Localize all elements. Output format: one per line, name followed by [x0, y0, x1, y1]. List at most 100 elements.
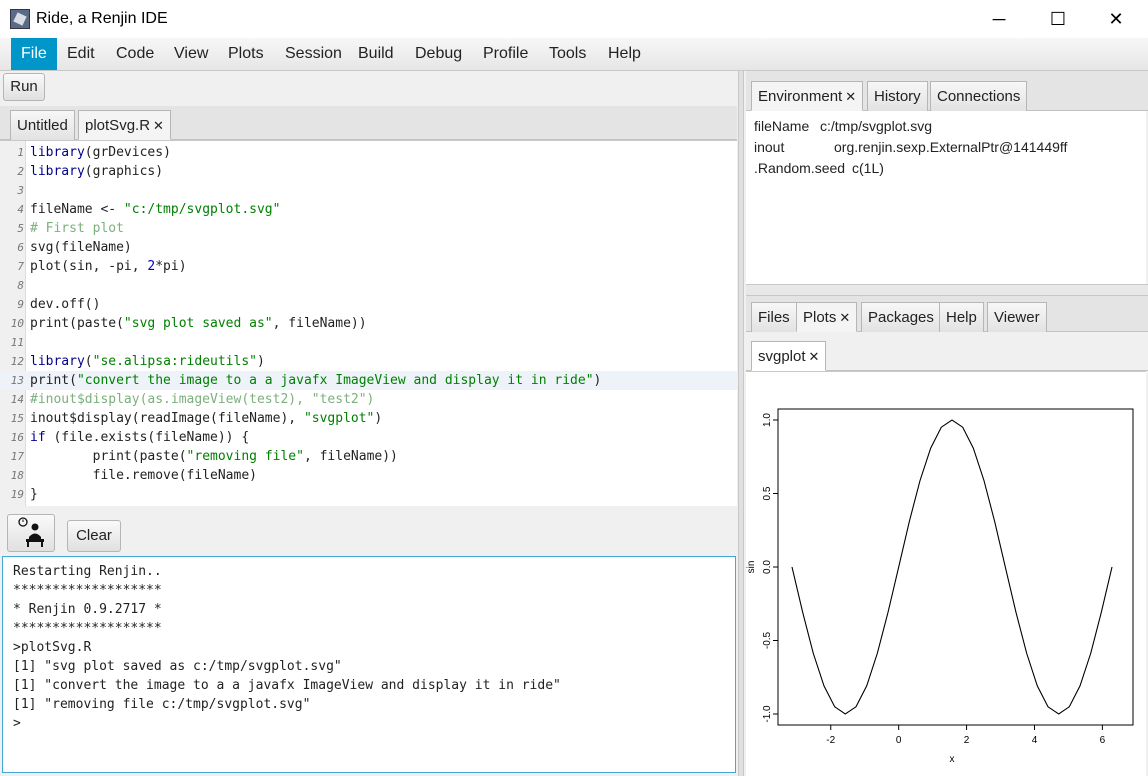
code-line: 6 svg(fileName): [17, 240, 132, 255]
tab-label: Files: [758, 309, 790, 326]
console-line: >plotSvg.R: [13, 640, 92, 655]
close-button[interactable]: ✕: [1093, 0, 1139, 38]
code-line: 3: [17, 184, 24, 197]
close-icon[interactable]: ✕: [845, 89, 856, 104]
tab-label: Plots: [803, 309, 837, 326]
plot-view: -2 0 2 4 6 -1.0 -0.5 0.0 0.5 1.0 x sin: [746, 371, 1146, 776]
tab-environment[interactable]: Environment ✕: [751, 81, 864, 111]
console-line: [1] "convert the image to a a javafx Ima…: [13, 678, 561, 693]
title-bar: Ride, a Renjin IDE ─ ☐ ✕: [0, 0, 1148, 38]
tab-packages[interactable]: Packages: [861, 302, 941, 332]
tab-history[interactable]: History: [867, 81, 928, 111]
horizontal-splitter[interactable]: [746, 284, 1148, 296]
menu-profile[interactable]: Profile: [473, 38, 538, 70]
tab-label: Help: [946, 309, 977, 326]
code-line: 19}: [10, 487, 38, 502]
menu-edit[interactable]: Edit: [57, 38, 105, 70]
console-line: [1] "svg plot saved as c:/tmp/svgplot.sv…: [13, 659, 342, 674]
console-line: [1] "removing file c:/tmp/svgplot.svg": [13, 697, 311, 712]
env-row: inout org.renjin.sexp.ExternalPtr@141449f…: [754, 137, 1067, 157]
code-line: 9 dev.off(): [17, 297, 101, 312]
x-axis: -2 0 2 4 6: [826, 725, 1106, 746]
tab-label: History: [874, 88, 921, 105]
env-value: c:/tmp/svgplot.svg: [820, 118, 933, 134]
tab-label: Packages: [868, 309, 934, 326]
maximize-button[interactable]: ☐: [1035, 0, 1081, 38]
tab-plotsvg[interactable]: plotSvg.R ✕: [78, 110, 171, 140]
plot-tabs: svgplot ✕: [746, 332, 1148, 371]
x-tick-label: -2: [826, 735, 835, 746]
console-toolbar: Clear: [0, 510, 737, 556]
menu-file[interactable]: File: [11, 38, 57, 70]
console-output[interactable]: Restarting Renjin.. ******************* …: [2, 556, 736, 773]
code-editor[interactable]: 1 library(grDevices) 2 library(graphics) 3…: [0, 140, 737, 506]
console-line: *******************: [13, 621, 162, 636]
sin-curve: [791, 419, 1113, 715]
vertical-splitter[interactable]: [738, 71, 744, 776]
tab-svgplot[interactable]: svgplot ✕: [751, 341, 827, 371]
app-icon: [10, 9, 30, 29]
interrupt-button[interactable]: [7, 514, 55, 552]
tab-plots[interactable]: Plots ✕: [796, 302, 858, 332]
environment-list: fileName c:/tmp/svgplot.svg inout org.renj…: [746, 111, 1146, 284]
env-name: inout: [754, 139, 785, 155]
editor-tabs: Untitled plotSvg.R ✕: [0, 106, 737, 140]
menu-help[interactable]: Help: [598, 38, 651, 70]
y-tick-label: -1.0: [762, 705, 773, 723]
window-title: Ride, a Renjin IDE: [36, 10, 168, 27]
tab-label: Viewer: [994, 309, 1040, 326]
plot-frame: [777, 408, 1134, 726]
close-icon[interactable]: ✕: [839, 310, 850, 325]
tab-files[interactable]: Files: [751, 302, 797, 332]
sin-plot: -2 0 2 4 6 -1.0 -0.5 0.0 0.5 1.0 x sin: [746, 408, 1134, 765]
x-tick-label: 4: [1032, 735, 1038, 746]
tab-connections[interactable]: Connections: [930, 81, 1028, 111]
close-icon[interactable]: ✕: [153, 118, 164, 133]
code-line: 18 file.remove(fileName): [10, 468, 257, 483]
editor-toolbar: Run: [0, 71, 737, 103]
tab-label: Untitled: [17, 117, 68, 134]
y-axis: -1.0 -0.5 0.0 0.5 1.0: [762, 413, 778, 723]
console-line: * Renjin 0.9.2717 *: [13, 602, 162, 617]
x-tick-label: 2: [964, 735, 970, 746]
menu-code[interactable]: Code: [106, 38, 164, 70]
code-line: 12 library("se.alipsa:rideutils"): [10, 354, 265, 369]
code-line: 13 print("convert the image to a a javafx…: [0, 371, 737, 390]
code-line: 10 print(paste("svg plot saved as", fileN…: [10, 316, 367, 331]
env-name: fileName: [754, 118, 810, 134]
y-tick-label: 0.0: [762, 560, 773, 574]
code-line: 8: [17, 279, 24, 292]
code-line: 16 if (file.exists(fileName)) {: [10, 430, 250, 445]
y-axis-label: sin: [746, 561, 757, 574]
menu-tools[interactable]: Tools: [539, 38, 596, 70]
tab-label: plotSvg.R: [85, 117, 151, 134]
code-line: 11: [10, 336, 24, 349]
run-button[interactable]: Run: [3, 73, 45, 101]
menu-build[interactable]: Build: [348, 38, 404, 70]
code-line: 17 print(paste("removing file", fileName…: [10, 449, 398, 464]
tab-untitled[interactable]: Untitled: [10, 110, 75, 140]
restart-session-icon: [18, 517, 44, 547]
clear-console-button[interactable]: Clear: [67, 520, 121, 552]
close-icon[interactable]: ✕: [809, 349, 820, 364]
menu-plots[interactable]: Plots: [218, 38, 274, 70]
y-tick-label: 1.0: [762, 413, 773, 427]
menu-debug[interactable]: Debug: [405, 38, 472, 70]
tab-viewer[interactable]: Viewer: [987, 302, 1047, 332]
minimize-button[interactable]: ─: [976, 0, 1022, 38]
code-line: 5 # First plot: [17, 221, 124, 236]
env-name: .Random.seed: [754, 160, 846, 176]
console-prompt[interactable]: >: [13, 714, 21, 733]
env-row: .Random.seed c(1L): [754, 158, 884, 178]
x-tick-label: 6: [1100, 735, 1106, 746]
x-tick-label: 0: [896, 735, 902, 746]
tab-help[interactable]: Help: [939, 302, 984, 332]
env-value: org.renjin.sexp.ExternalPtr@141449ff: [834, 139, 1068, 155]
code-line: 4 fileName <- "c:/tmp/svgplot.svg": [17, 202, 281, 217]
menu-view[interactable]: View: [164, 38, 218, 70]
console-line: Restarting Renjin..: [13, 564, 162, 579]
environment-tabs: Environment ✕ History Connections: [746, 71, 1148, 111]
menu-bar: File Edit Code View Plots Session Build …: [0, 38, 1148, 71]
menu-session[interactable]: Session: [275, 38, 352, 70]
code-line: 7 plot(sin, -pi, 2*pi): [17, 259, 187, 274]
